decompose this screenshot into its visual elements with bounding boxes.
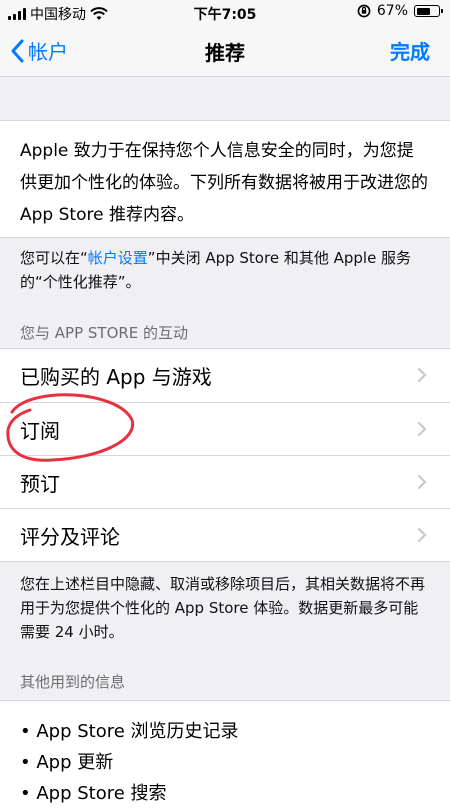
list-item: • App 更新 <box>20 752 114 773</box>
orientation-lock-icon <box>357 4 371 18</box>
list-item-label: 已购买的 App 与游戏 <box>20 365 212 389</box>
list-item-ratings-reviews[interactable]: 评分及评论 <box>0 508 450 561</box>
chevron-right-icon <box>418 368 427 382</box>
page-title: 推荐 <box>205 41 245 65</box>
intro-section: Apple 致力于在保持您个人信息安全的同时，为您提供更加个性化的体验。下列所有… <box>0 120 450 238</box>
intro-text: Apple 致力于在保持您个人信息安全的同时，为您提供更加个性化的体验。下列所有… <box>20 141 428 225</box>
interactions-header: 您与 APP STORE 的互动 <box>20 324 189 342</box>
list-item-preorders[interactable]: 预订 <box>0 455 450 508</box>
account-settings-link[interactable]: 帐户设置 <box>88 249 148 267</box>
chevron-right-icon <box>418 422 427 436</box>
done-button[interactable]: 完成 <box>390 36 430 65</box>
status-bar: 中国移动 下午7:05 67% <box>0 0 450 24</box>
settings-note: 您可以在“帐户设置”中关闭 App Store 和其他 Apple 服务的“个性… <box>20 246 430 294</box>
other-info-list: • App Store 浏览历史记录 • App 更新 • App Store … <box>0 700 450 811</box>
list-item: • App Store 浏览历史记录 <box>20 721 239 742</box>
other-info-header: 其他用到的信息 <box>20 673 126 691</box>
list-item-label: 评分及评论 <box>20 524 120 549</box>
interactions-footer: 您在上述栏目中隐藏、取消或移除项目后，其相关数据将不再用于为您提供个性化的 Ap… <box>20 575 426 641</box>
navigation-bar: 帐户 推荐 完成 <box>0 24 450 77</box>
chevron-right-icon <box>418 528 427 542</box>
battery-percent: 67% <box>376 3 408 19</box>
chevron-right-icon <box>418 475 427 489</box>
list-item-label: 预订 <box>20 471 60 496</box>
status-right: 67% <box>357 3 443 19</box>
list-item: • App Store 搜索 <box>20 783 167 804</box>
list-item-purchased[interactable]: 已购买的 App 与游戏 <box>0 349 450 402</box>
settings-note-prefix: 您可以在“ <box>20 249 88 267</box>
battery-icon <box>414 5 443 17</box>
list-item-subscriptions[interactable]: 订阅 <box>0 402 450 455</box>
interactions-list: 已购买的 App 与游戏 订阅 预订 评分及评论 <box>0 348 450 562</box>
list-item-label: 订阅 <box>20 418 60 443</box>
